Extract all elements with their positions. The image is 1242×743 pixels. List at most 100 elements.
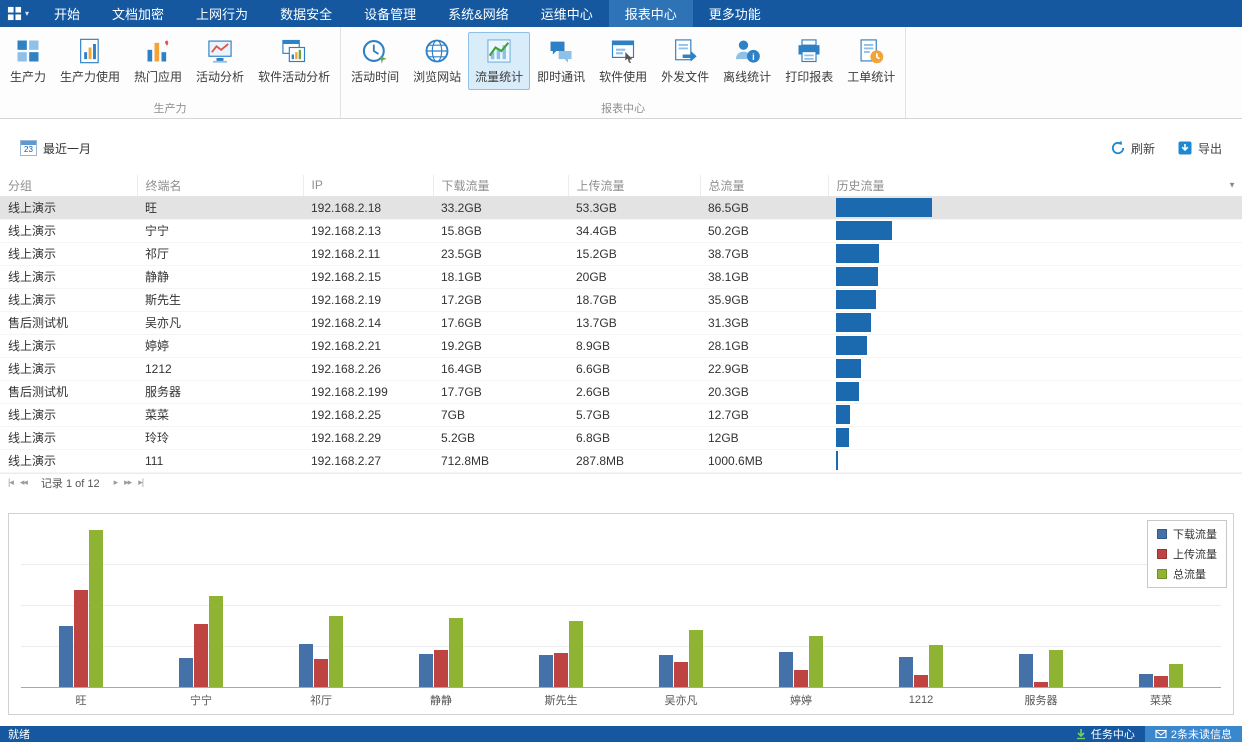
pager-next-button-1[interactable]: ▸▸ — [122, 477, 133, 488]
ribbon-button-ticket-stats[interactable]: 工单统计 — [840, 32, 902, 90]
table-row[interactable]: 线上演示婷婷192.168.2.2119.2GB8.9GB28.1GB — [0, 334, 1242, 357]
column-menu-arrow-icon[interactable]: ▼ — [1228, 181, 1236, 190]
ribbon-group-label: 报表中心 — [342, 101, 904, 118]
table-row[interactable]: 线上演示祁厅192.168.2.1123.5GB15.2GB38.7GB — [0, 242, 1242, 265]
cell-history — [828, 265, 1242, 288]
table-row[interactable]: 线上演示宁宁192.168.2.1315.8GB34.4GB50.2GB — [0, 219, 1242, 242]
ribbon-group-label: 生产力 — [1, 101, 339, 118]
outgoing-file-icon — [671, 37, 699, 65]
menu-item-web-behavior[interactable]: 上网行为 — [180, 0, 264, 27]
bar-total — [209, 596, 223, 687]
pager-prev-button-1[interactable]: ◂◂ — [18, 477, 29, 488]
ribbon: 生产力生产力使用热门应用活动分析软件活动分析生产力活动时间浏览网站流量统计即时通… — [0, 27, 1242, 119]
column-header-download[interactable]: 下载流量 — [433, 175, 568, 196]
ribbon-button-activity-analysis[interactable]: 活动分析 — [189, 32, 251, 90]
menu-item-data-security[interactable]: 数据安全 — [264, 0, 348, 27]
column-header-history[interactable]: 历史流量▼ — [828, 175, 1242, 196]
ribbon-button-active-time[interactable]: 活动时间 — [344, 32, 406, 90]
svg-text:i: i — [752, 52, 755, 62]
cell-upload: 8.9GB — [568, 334, 700, 357]
cell-ip: 192.168.2.11 — [303, 242, 433, 265]
pager-prev-button-0[interactable]: |◂ — [6, 477, 15, 488]
pager-next-button-2[interactable]: ▸| — [136, 477, 145, 488]
table-row[interactable]: 线上演示111192.168.2.27712.8MB287.8MB1000.6M… — [0, 449, 1242, 472]
traffic-table: 分组终端名IP下载流量上传流量总流量历史流量▼ 线上演示旺192.168.2.1… — [0, 175, 1242, 473]
cell-upload: 18.7GB — [568, 288, 700, 311]
menu-item-ops-center[interactable]: 运维中心 — [525, 0, 609, 27]
history-bar — [836, 382, 859, 401]
column-header-terminal[interactable]: 终端名 — [137, 175, 303, 196]
cell-history — [828, 380, 1242, 403]
column-header-ip[interactable]: IP — [303, 175, 433, 196]
ribbon-button-print-report[interactable]: 打印报表 — [778, 32, 840, 90]
ribbon-button-traffic-stats[interactable]: 流量统计 — [468, 32, 530, 90]
ribbon-button-productivity-usage[interactable]: 生产力使用 — [53, 32, 127, 90]
table-row[interactable]: 线上演示菜菜192.168.2.257GB5.7GB12.7GB — [0, 403, 1242, 426]
cell-ip: 192.168.2.27 — [303, 449, 433, 472]
refresh-icon — [1110, 140, 1126, 156]
cell-upload: 15.2GB — [568, 242, 700, 265]
cell-terminal: 斯先生 — [137, 288, 303, 311]
table-row[interactable]: 售后测试机服务器192.168.2.19917.7GB2.6GB20.3GB — [0, 380, 1242, 403]
unread-messages-button[interactable]: 2条未读信息 — [1145, 726, 1242, 742]
table-row[interactable]: 线上演示旺192.168.2.1833.2GB53.3GB86.5GB — [0, 196, 1242, 219]
ribbon-button-offline-stats[interactable]: i离线统计 — [716, 32, 778, 90]
legend-label: 下载流量 — [1173, 526, 1217, 542]
bar-total — [89, 530, 103, 687]
menu-item-report-center[interactable]: 报表中心 — [609, 0, 693, 27]
ribbon-button-software-activity-analysis[interactable]: 软件活动分析 — [251, 32, 337, 90]
cell-ip: 192.168.2.199 — [303, 380, 433, 403]
refresh-button[interactable]: 刷新 — [1110, 140, 1155, 157]
offline-user-icon: i — [733, 37, 761, 65]
menu-item-more-features[interactable]: 更多功能 — [693, 0, 777, 27]
cell-upload: 13.7GB — [568, 311, 700, 334]
history-bar — [836, 336, 867, 355]
ribbon-button-label: 生产力使用 — [60, 68, 120, 85]
ribbon-button-hot-apps[interactable]: 热门应用 — [127, 32, 189, 90]
history-bar — [836, 451, 838, 470]
column-header-group[interactable]: 分组 — [0, 175, 137, 196]
cell-total: 20.3GB — [700, 380, 828, 403]
table-row[interactable]: 售后测试机吴亦凡192.168.2.1417.6GB13.7GB31.3GB — [0, 311, 1242, 334]
chart-category-label: 吴亦凡 — [621, 692, 741, 708]
cell-terminal: 服务器 — [137, 380, 303, 403]
cell-total: 38.1GB — [700, 265, 828, 288]
bar-total — [449, 618, 463, 687]
cell-group: 线上演示 — [0, 449, 137, 472]
cell-total: 35.9GB — [700, 288, 828, 311]
date-range-filter[interactable]: 23 最近一月 — [20, 140, 91, 157]
ribbon-button-browse-websites[interactable]: 浏览网站 — [406, 32, 468, 90]
menu-item-system-network[interactable]: 系统&网络 — [432, 0, 525, 27]
menu-item-start[interactable]: 开始 — [38, 0, 96, 27]
ribbon-button-software-usage[interactable]: 软件使用 — [592, 32, 654, 90]
ribbon-button-instant-messaging[interactable]: 即时通讯 — [530, 32, 592, 90]
app-menu-button[interactable]: ▾ — [0, 0, 38, 27]
pager-next-button-0[interactable]: ▸ — [112, 477, 120, 488]
hot-apps-icon — [144, 37, 172, 65]
cell-download: 18.1GB — [433, 265, 568, 288]
table-row[interactable]: 线上演示玲玲192.168.2.295.2GB6.8GB12GB — [0, 426, 1242, 449]
column-header-total[interactable]: 总流量 — [700, 175, 828, 196]
software-window-icon — [609, 37, 637, 65]
menu-item-document-encryption[interactable]: 文档加密 — [96, 0, 180, 27]
bar-download — [179, 658, 193, 687]
legend-item-download: 下载流量 — [1157, 526, 1217, 542]
cell-total: 12GB — [700, 426, 828, 449]
grid-icon — [14, 37, 42, 65]
cell-history — [828, 242, 1242, 265]
app-logo-grid-icon — [7, 6, 22, 21]
menu-item-device-management[interactable]: 设备管理 — [348, 0, 432, 27]
table-row[interactable]: 线上演示斯先生192.168.2.1917.2GB18.7GB35.9GB — [0, 288, 1242, 311]
chart-category-label: 宁宁 — [141, 692, 261, 708]
bar-upload — [914, 675, 928, 687]
table-row[interactable]: 线上演示1212192.168.2.2616.4GB6.6GB22.9GB — [0, 357, 1242, 380]
chat-icon — [547, 37, 575, 65]
cell-terminal: 111 — [137, 449, 303, 472]
ribbon-button-productivity[interactable]: 生产力 — [3, 32, 53, 90]
table-row[interactable]: 线上演示静静192.168.2.1518.1GB20GB38.1GB — [0, 265, 1242, 288]
ribbon-button-outgoing-files[interactable]: 外发文件 — [654, 32, 716, 90]
export-button[interactable]: 导出 — [1177, 140, 1222, 157]
column-header-upload[interactable]: 上传流量 — [568, 175, 700, 196]
cell-group: 线上演示 — [0, 288, 137, 311]
task-center-button[interactable]: 任务中心 — [1065, 726, 1145, 742]
